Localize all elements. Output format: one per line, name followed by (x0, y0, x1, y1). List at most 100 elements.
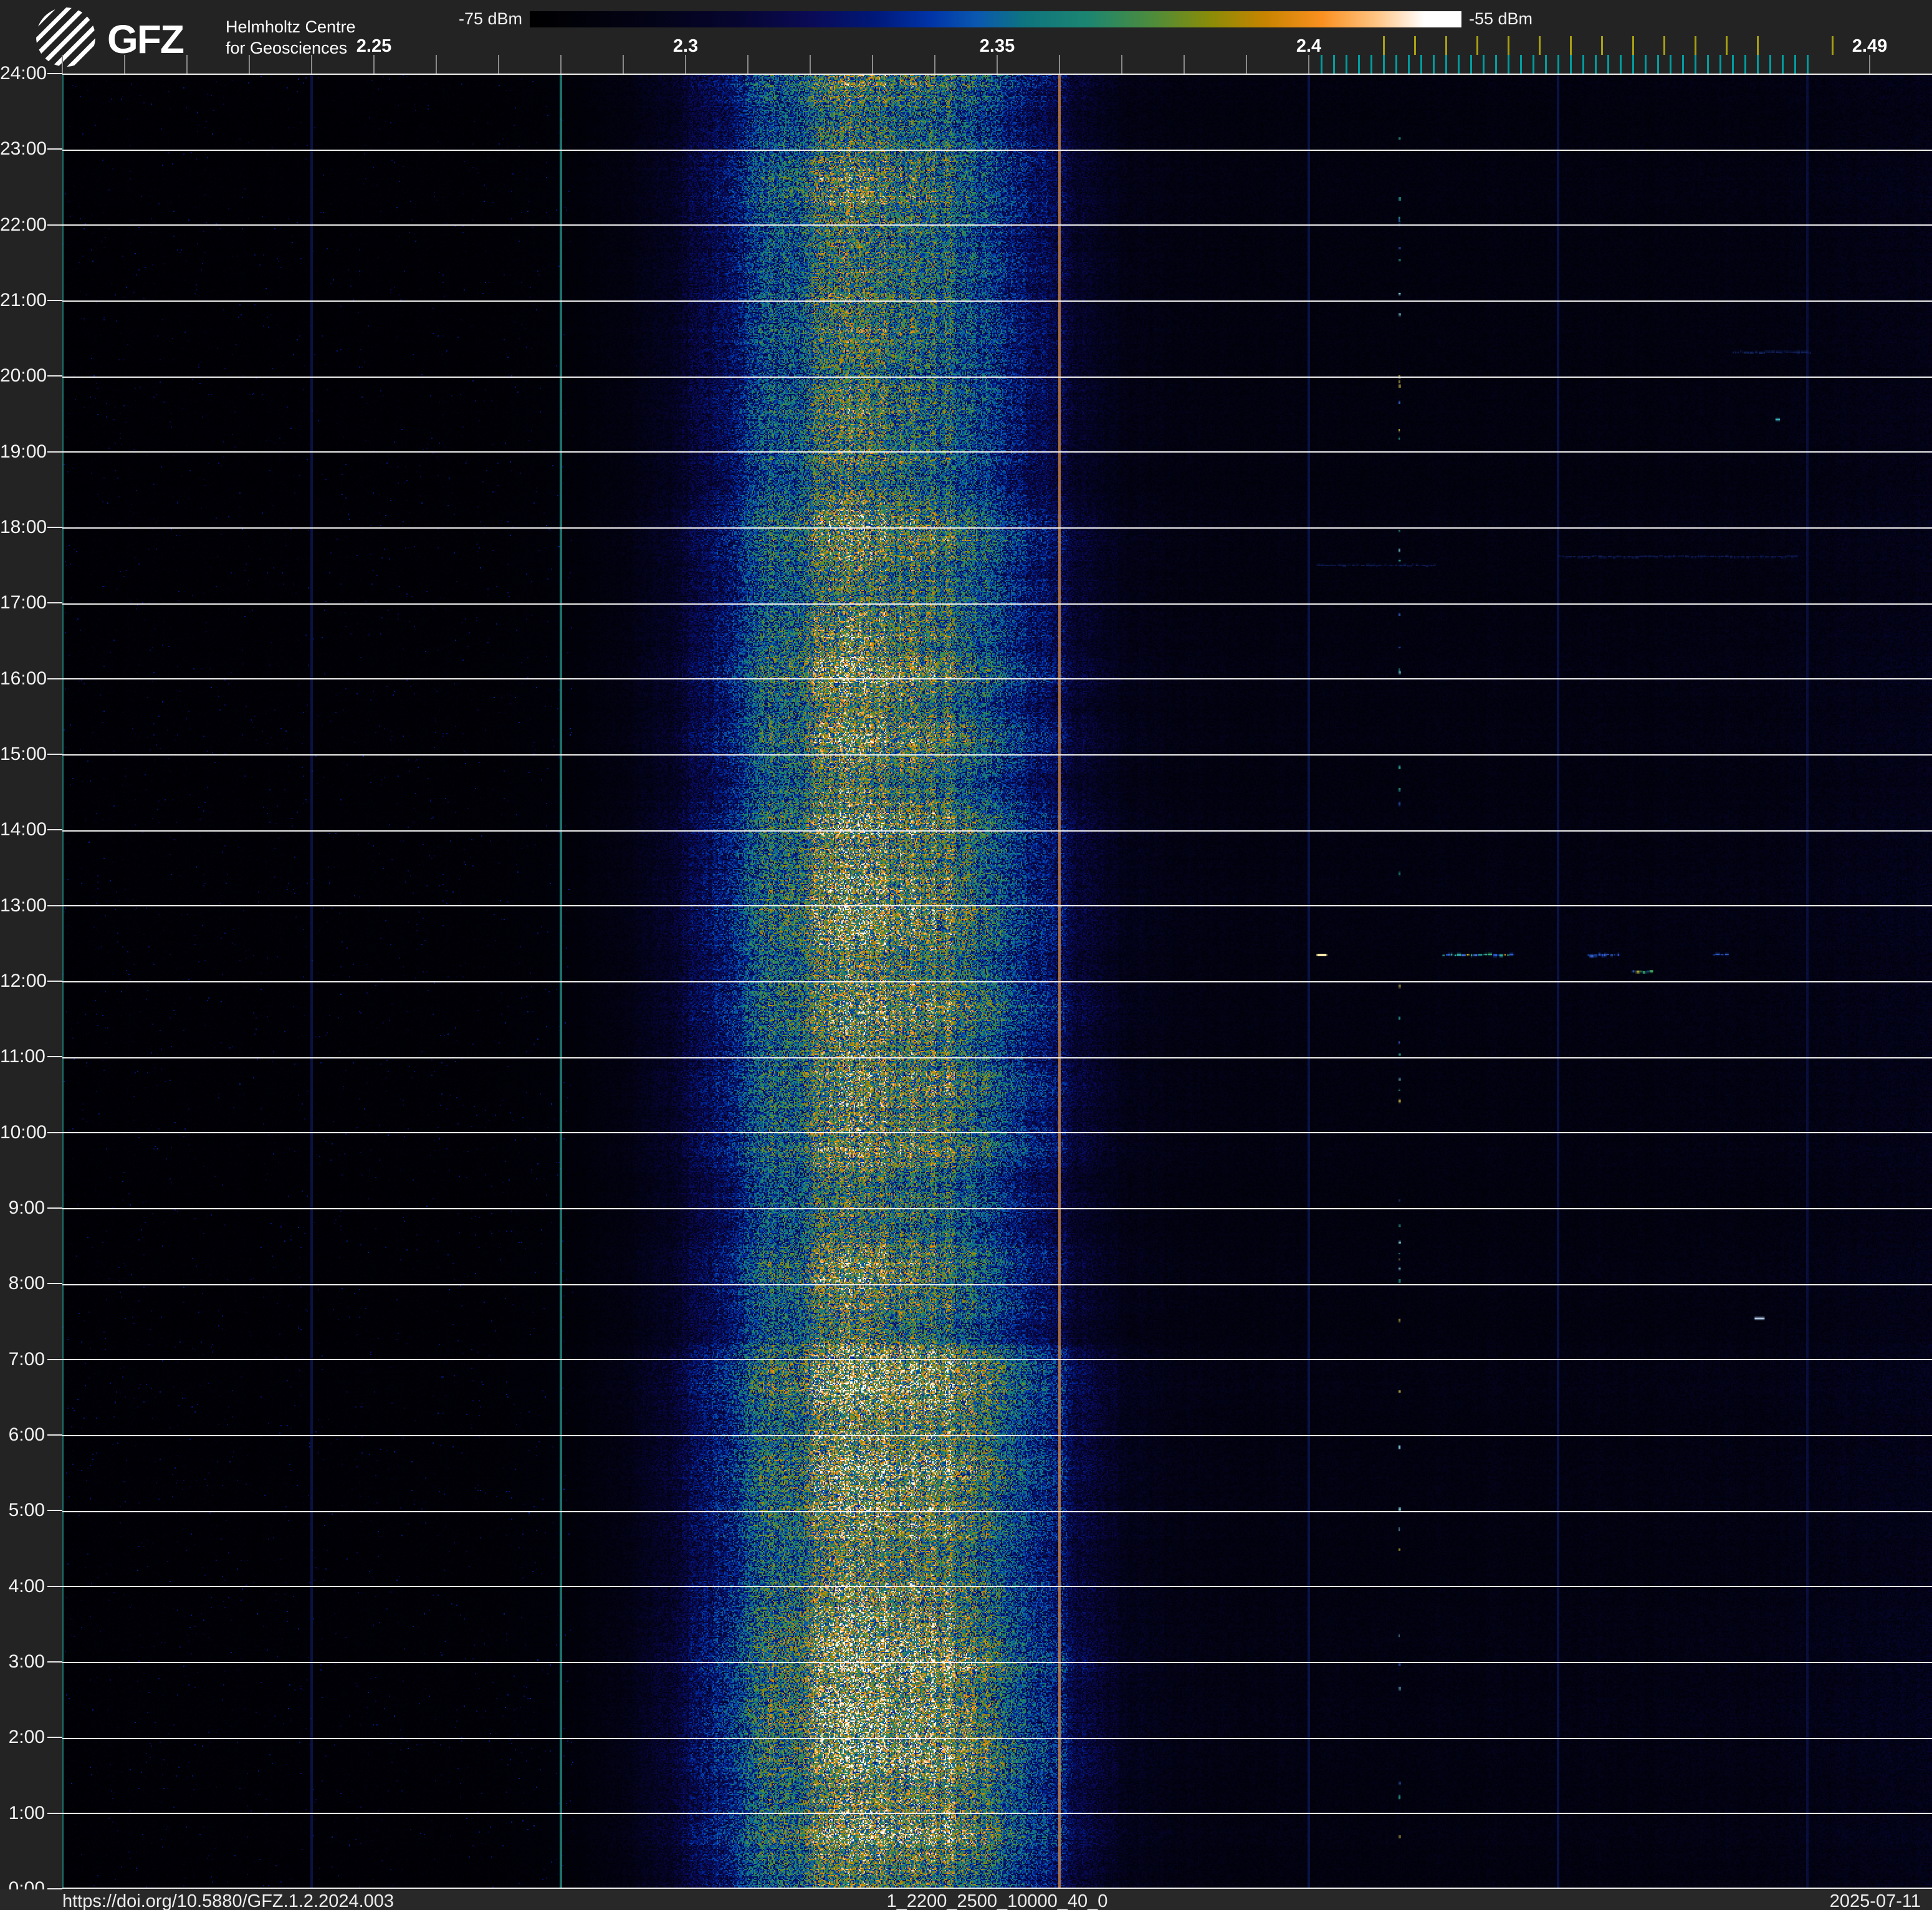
time-tick (47, 1510, 62, 1512)
freq-tick (436, 55, 437, 74)
ble-channel-tick (1383, 55, 1385, 74)
ble-channel-tick (1545, 55, 1547, 74)
ble-channel-tick (1632, 55, 1634, 74)
time-axis-label: 19:00 (0, 441, 47, 462)
ble-channel-tick (1732, 55, 1734, 74)
wifi-channel-tick (1663, 36, 1665, 55)
time-tick (47, 1585, 62, 1587)
freq-tick (62, 55, 63, 74)
wifi-channel-tick (1632, 36, 1634, 55)
doi-link[interactable]: https://doi.org/10.5880/GFZ.1.2.2024.003 (62, 1891, 394, 1910)
time-tick (47, 1056, 62, 1058)
ble-channel-tick (1757, 55, 1759, 74)
wifi-channel-tick (1726, 36, 1728, 55)
time-axis-label: 14:00 (0, 819, 47, 840)
ble-channel-tick (1719, 55, 1721, 74)
time-tick (47, 1737, 62, 1739)
freq-tick (560, 55, 562, 74)
time-axis-label: 23:00 (0, 138, 47, 160)
time-axis-label: 12:00 (0, 971, 47, 991)
wifi-channel-tick (1476, 36, 1478, 55)
time-tick (47, 73, 62, 74)
spectrogram-page: GFZ Helmholtz Centre for Geosciences -75… (0, 0, 1932, 1910)
freq-tick (1121, 55, 1122, 74)
time-axis-label: 18:00 (0, 517, 47, 537)
time-axis-label: 13:00 (0, 895, 47, 916)
time-tick (47, 300, 62, 301)
time-axis-label: 4:00 (8, 1575, 45, 1596)
ble-channel-tick (1470, 55, 1472, 74)
time-axis-label: 11:00 (0, 1046, 45, 1067)
gfz-logo-icon (36, 7, 95, 67)
gfz-tagline-line1: Helmholtz Centre (226, 17, 356, 36)
time-axis-label: 22:00 (0, 214, 47, 235)
colorbar-max-label: -55 dBm (1469, 9, 1533, 28)
time-tick (47, 375, 62, 377)
wifi-channel-tick (1383, 36, 1385, 55)
freq-axis-label: 2.35 (979, 36, 1015, 56)
time-axis-label: 21:00 (0, 290, 47, 310)
gfz-wordmark: GFZ (107, 17, 184, 62)
ble-channel-tick (1744, 55, 1746, 74)
freq-tick (498, 55, 499, 74)
wifi-channel-tick (1570, 36, 1572, 55)
ble-channel-tick (1695, 55, 1696, 74)
time-axis-label: 24:00 (0, 63, 47, 84)
ble-channel-tick (1508, 55, 1509, 74)
ble-channel-tick (1495, 55, 1497, 74)
time-tick (47, 602, 62, 604)
ble-channel-tick (1333, 55, 1335, 74)
time-axis-label: 8:00 (8, 1273, 45, 1294)
time-tick (47, 1661, 62, 1663)
time-tick (47, 905, 62, 906)
wifi-channel-tick (1757, 36, 1759, 55)
wifi-channel-tick (1508, 36, 1509, 55)
ble-channel-tick (1682, 55, 1684, 74)
freq-tick (311, 55, 312, 74)
freq-tick (124, 55, 125, 74)
freq-tick (1184, 55, 1185, 74)
time-axis-label: 1:00 (8, 1802, 45, 1823)
time-axis-label: 20:00 (0, 365, 47, 386)
time-axis-label: 16:00 (0, 668, 47, 689)
time-tick (47, 527, 62, 528)
wifi-channel-tick (1601, 36, 1603, 55)
time-tick (47, 451, 62, 453)
freq-axis-label: 2.25 (356, 36, 392, 56)
time-axis-label: 10:00 (0, 1121, 47, 1143)
freq-tick (1246, 55, 1247, 74)
freq-axis-label: 2.3 (672, 36, 699, 56)
dataset-filename: 1_2200_2500_10000_40_0 (886, 1891, 1108, 1910)
ble-channel-tick (1433, 55, 1435, 74)
time-tick (47, 224, 62, 226)
ble-channel-tick (1420, 55, 1422, 74)
time-tick (47, 148, 62, 150)
time-axis-label: 7:00 (8, 1348, 45, 1370)
time-tick (47, 1434, 62, 1436)
ble-channel-tick (1670, 55, 1671, 74)
time-tick (47, 981, 62, 982)
ble-channel-tick (1321, 55, 1322, 74)
wifi-channel-tick (1832, 36, 1834, 55)
colorbar (530, 11, 1461, 27)
freq-axis-label: 2.49 (1852, 36, 1888, 56)
ble-channel-tick (1620, 55, 1622, 74)
time-axis-label: 6:00 (8, 1424, 45, 1445)
ble-channel-tick (1358, 55, 1360, 74)
time-axis-label: 15:00 (0, 744, 47, 764)
freq-axis-label: 2.4 (1296, 36, 1322, 56)
ble-channel-tick (1657, 55, 1659, 74)
wifi-channel-tick (1414, 36, 1416, 55)
time-tick (47, 678, 62, 679)
colorbar-min-label: -75 dBm (458, 9, 522, 28)
ble-channel-tick (1782, 55, 1784, 74)
freq-tick (1308, 55, 1309, 74)
time-axis-label: 2:00 (8, 1727, 45, 1748)
ble-channel-tick (1408, 55, 1410, 74)
ble-channel-tick (1520, 55, 1522, 74)
time-tick (47, 1207, 62, 1209)
time-tick (47, 829, 62, 831)
freq-tick (623, 55, 624, 74)
ble-channel-tick (1595, 55, 1597, 74)
ble-channel-tick (1769, 55, 1771, 74)
